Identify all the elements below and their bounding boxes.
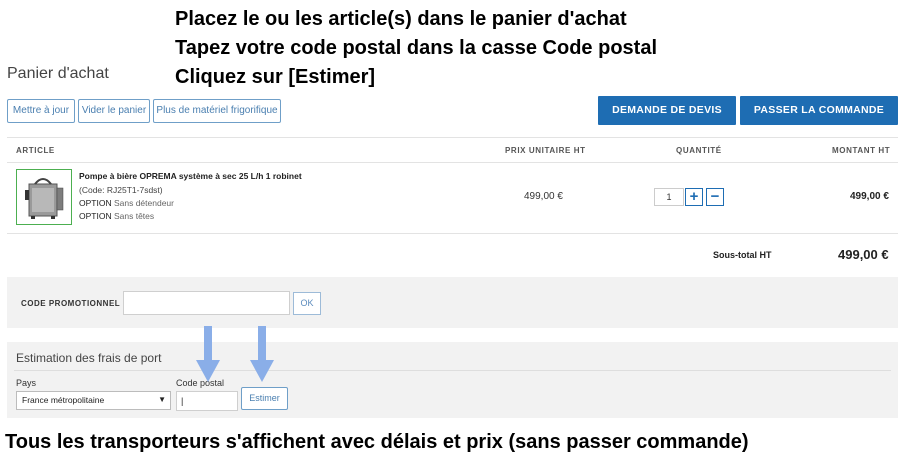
page-title: Panier d'achat <box>7 65 109 82</box>
subtotal-label: Sous-total HT <box>713 250 772 260</box>
empty-cart-button[interactable]: Vider le panier <box>78 99 150 123</box>
quantity-increase-button[interactable]: + <box>685 188 703 206</box>
promo-ok-button[interactable]: OK <box>293 292 321 315</box>
promo-panel: CODE PROMOTIONNEL : OK <box>7 277 898 328</box>
product-name-link[interactable]: Pompe à bière OPREMA système à sec 25 L/… <box>79 171 302 181</box>
column-header-unit-price: PRIX UNITAIRE HT <box>505 146 586 155</box>
shipping-title: Estimation des frais de port <box>16 351 162 365</box>
column-header-article: ARTICLE <box>16 146 55 155</box>
table-top-divider <box>7 137 898 138</box>
quantity-input[interactable]: 1 <box>654 188 684 206</box>
arrow-down-icon <box>196 326 220 382</box>
place-order-button[interactable]: PASSER LA COMMANDE <box>740 96 898 125</box>
shipping-estimate-panel: Estimation des frais de port Pays France… <box>7 342 898 418</box>
instruction-line-3: Cliquez sur [Estimer] <box>175 66 376 88</box>
more-equipment-button[interactable]: Plus de matériel frigorifique <box>153 99 281 123</box>
request-quote-button[interactable]: DEMANDE DE DEVIS <box>598 96 736 125</box>
promo-code-label: CODE PROMOTIONNEL : <box>21 299 126 308</box>
line-total: 499,00 € <box>850 191 889 202</box>
product-option-2: OPTION Sans têtes <box>79 211 154 221</box>
product-option-1: OPTION Sans détendeur <box>79 198 174 208</box>
subtotal-value: 499,00 € <box>838 247 889 262</box>
instruction-line-1: Placez le ou les article(s) dans le pani… <box>175 8 627 30</box>
shipping-divider <box>14 370 891 371</box>
postal-code-input[interactable]: | <box>176 391 238 411</box>
option-value: Sans détendeur <box>113 198 174 208</box>
product-image[interactable] <box>16 169 72 225</box>
column-header-quantity: QUANTITÉ <box>676 146 722 155</box>
country-label: Pays <box>16 378 37 388</box>
table-row: Pompe à bière OPREMA système à sec 25 L/… <box>7 163 898 233</box>
column-header-amount: MONTANT HT <box>832 146 891 155</box>
option-key: OPTION <box>79 198 112 208</box>
unit-price: 499,00 € <box>524 191 563 202</box>
promo-code-input[interactable] <box>123 291 290 315</box>
chevron-down-icon: ▼ <box>158 395 166 404</box>
country-selected-value: France métropolitaine <box>22 395 105 405</box>
instruction-bottom: Tous les transporteurs s'affichent avec … <box>5 431 749 453</box>
product-code: (Code: RJ25T1-7sdst) <box>79 185 163 195</box>
option-key: OPTION <box>79 211 112 221</box>
country-select[interactable]: France métropolitaine ▼ <box>16 391 171 410</box>
update-cart-button[interactable]: Mettre à jour <box>7 99 75 123</box>
row-divider <box>7 233 898 234</box>
quantity-decrease-button[interactable]: − <box>706 188 724 206</box>
option-value: Sans têtes <box>113 211 155 221</box>
arrow-down-icon <box>250 326 274 382</box>
estimate-button[interactable]: Estimer <box>241 387 288 410</box>
instruction-line-2: Tapez votre code postal dans la casse Co… <box>175 37 658 59</box>
beer-pump-icon <box>25 178 64 219</box>
